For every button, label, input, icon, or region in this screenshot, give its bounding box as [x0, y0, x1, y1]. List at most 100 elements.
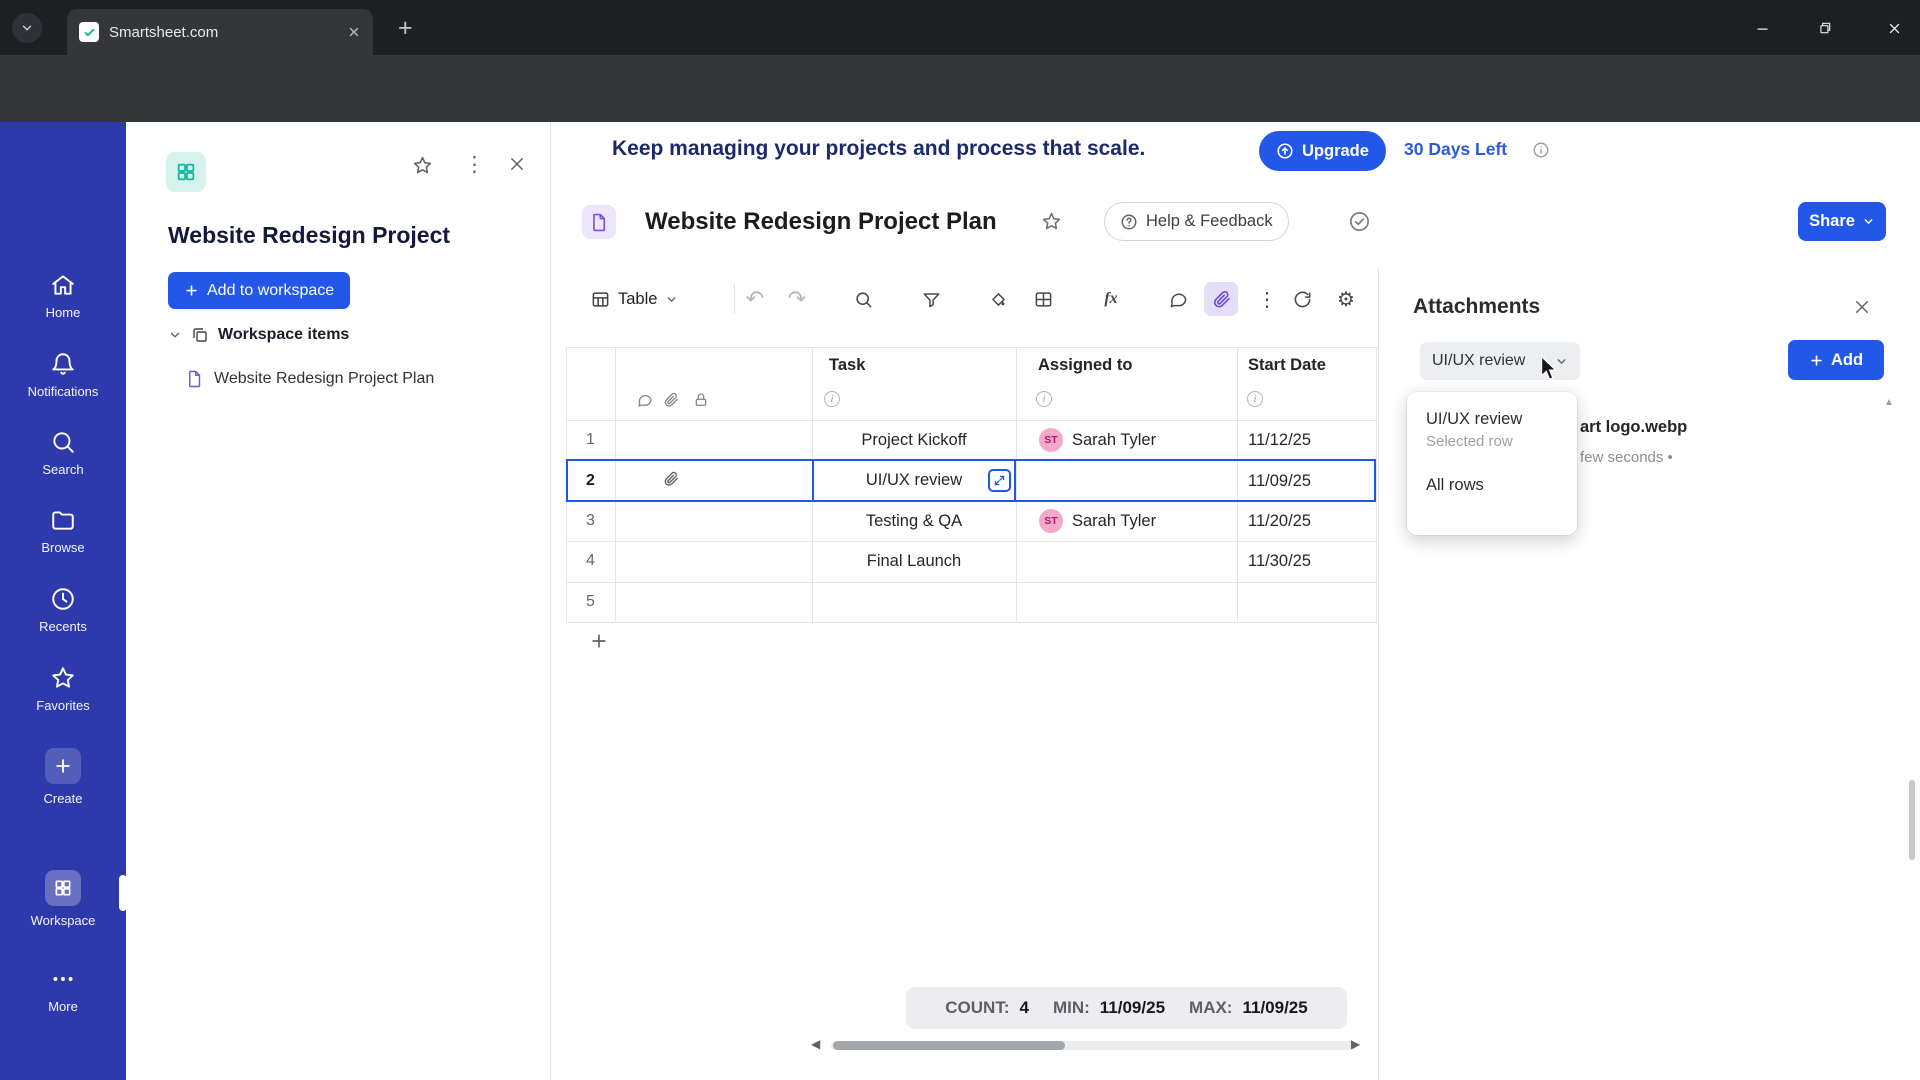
attachments-add-button[interactable]: Add [1788, 340, 1884, 380]
cell-task[interactable]: Testing & QA [812, 510, 1016, 532]
menu-option-selected-row[interactable]: UI/UX review [1407, 408, 1577, 431]
lock-column-icon [693, 392, 709, 408]
active-cell-text: UI/UX review [865, 471, 963, 489]
chevron-down-icon [1557, 358, 1566, 364]
sidebar-label: More [48, 999, 78, 1014]
table-view-icon [592, 291, 609, 307]
toolbar-more-icon[interactable]: ⋮ [1250, 282, 1284, 316]
add-row-button[interactable] [585, 627, 613, 655]
menu-option-selected-subtitle: Selected row [1426, 433, 1513, 450]
attachment-file-name[interactable]: art logo.webp [1580, 418, 1687, 437]
help-feedback-label: Help & Feedback [1146, 212, 1273, 230]
row-number[interactable]: 1 [566, 429, 615, 451]
scroll-left-arrow[interactable]: ◀ [811, 1037, 820, 1051]
window-minimize-button[interactable] [1748, 14, 1776, 42]
grid-line [566, 347, 1378, 348]
workspace-menu-icon[interactable]: ⋮ [464, 152, 485, 177]
sidebar-item-home[interactable]: Home [0, 272, 126, 320]
row-attachment-icon[interactable] [663, 471, 679, 487]
column-header-task[interactable]: Task [829, 356, 865, 375]
banner-message: Keep managing your projects and process … [612, 137, 1146, 160]
share-label: Share [1809, 212, 1855, 230]
cell-assignee[interactable]: Sarah Tyler [1072, 510, 1156, 532]
format-paint-icon[interactable] [981, 282, 1015, 316]
view-selector[interactable]: Table [583, 279, 686, 319]
cell-assignee[interactable]: Sarah Tyler [1072, 429, 1156, 451]
sidebar-label: Notifications [27, 384, 99, 399]
browser-tab[interactable]: Smartsheet.com [67, 9, 373, 55]
redo-icon[interactable]: ↷ [780, 282, 814, 316]
column-header-assigned[interactable]: Assigned to [1038, 356, 1132, 375]
row-number[interactable]: 4 [566, 550, 615, 572]
scroll-up-arrow[interactable]: ▲ [1884, 397, 1894, 408]
row-number[interactable]: 2 [566, 470, 615, 492]
cell-start-date[interactable]: 11/09/25 [1248, 470, 1311, 492]
new-tab-button[interactable]: + [398, 16, 413, 41]
filter-icon[interactable] [914, 282, 948, 316]
undo-icon[interactable]: ↶ [738, 282, 772, 316]
cell-grid-icon[interactable] [1026, 282, 1060, 316]
scroll-right-arrow[interactable]: ▶ [1351, 1037, 1360, 1051]
count-label: COUNT: [945, 998, 1010, 1017]
workspace-items-section-header[interactable]: Workspace items [168, 326, 349, 344]
info-icon[interactable]: i [1036, 391, 1052, 407]
cell-start-date[interactable]: 11/20/25 [1248, 510, 1311, 532]
workspace-item-sheet[interactable]: Website Redesign Project Plan [186, 370, 434, 388]
share-button[interactable]: Share [1798, 202, 1886, 241]
sidebar-item-favorites[interactable]: Favorites [0, 665, 126, 713]
row-number[interactable]: 5 [566, 591, 615, 613]
saved-check-icon [1348, 210, 1371, 233]
cell-start-date[interactable]: 11/30/25 [1248, 550, 1311, 572]
automation-icon[interactable] [1285, 282, 1319, 316]
sidebar-item-create[interactable]: Create [0, 748, 126, 806]
sidebar-item-more[interactable]: More [0, 966, 126, 1014]
active-cell[interactable]: UI/UX review [812, 459, 1016, 502]
attachment-column-icon [663, 392, 679, 408]
expand-cell-button[interactable] [988, 469, 1011, 492]
search-icon[interactable] [846, 282, 880, 316]
info-icon[interactable]: i [824, 391, 840, 407]
attachments-scope-dropdown[interactable]: UI/UX review [1420, 342, 1580, 380]
upgrade-button[interactable]: Upgrade [1259, 131, 1386, 171]
sidebar-label: Home [45, 305, 81, 320]
sidebar-item-workspace[interactable]: Workspace [0, 870, 126, 928]
hscroll-thumb[interactable] [833, 1041, 1065, 1050]
plus-icon [1811, 354, 1822, 366]
tab-close-icon[interactable] [347, 25, 361, 39]
smartsheet-favicon-icon [79, 22, 99, 42]
tab-search-button[interactable] [12, 13, 42, 43]
attachments-scrollbar[interactable] [1909, 780, 1915, 860]
attachments-scope-menu: UI/UX review Selected row All rows [1407, 392, 1577, 535]
info-icon[interactable]: i [1247, 391, 1263, 407]
window-restore-button[interactable] [1811, 14, 1839, 42]
add-to-workspace-button[interactable]: Add to workspace [168, 272, 351, 309]
sidebar-label: Favorites [36, 698, 90, 713]
days-left-text: 30 Days Left [1404, 139, 1508, 159]
cell-task[interactable]: Project Kickoff [812, 429, 1016, 451]
sidebar-item-search[interactable]: Search [0, 429, 126, 477]
cell-start-date[interactable]: 11/12/25 [1248, 429, 1311, 451]
sheet-grid: Task Assigned to Start Date i i i 1 Proj… [566, 347, 1378, 623]
sidebar-item-browse[interactable]: Browse [0, 507, 126, 555]
cell-task[interactable]: Final Launch [812, 550, 1016, 572]
workspace-title: Website Redesign Project [168, 222, 451, 248]
row-number[interactable]: 3 [566, 510, 615, 532]
grid-line [1376, 347, 1377, 622]
count-value: 4 [1019, 998, 1029, 1017]
menu-option-all-rows[interactable]: All rows [1407, 474, 1577, 497]
workspace-favorite-star-icon[interactable] [412, 155, 433, 176]
column-header-start-date[interactable]: Start Date [1248, 356, 1326, 375]
info-icon[interactable] [1532, 141, 1550, 159]
window-close-button[interactable] [1880, 14, 1908, 42]
sheet-favorite-star-icon[interactable] [1041, 211, 1062, 232]
formula-icon[interactable]: fx [1094, 282, 1128, 316]
comment-icon[interactable] [1161, 282, 1195, 316]
workspace-close-icon[interactable] [508, 155, 526, 173]
settings-gear-icon[interactable]: ⚙ [1329, 282, 1363, 316]
min-value: 11/09/25 [1099, 998, 1166, 1017]
help-feedback-button[interactable]: Help & Feedback [1104, 202, 1289, 241]
attachment-icon[interactable] [1204, 282, 1238, 316]
sidebar-item-notifications[interactable]: Notifications [0, 351, 126, 399]
attachments-close-icon[interactable] [1853, 298, 1871, 316]
sidebar-item-recents[interactable]: Recents [0, 586, 126, 634]
